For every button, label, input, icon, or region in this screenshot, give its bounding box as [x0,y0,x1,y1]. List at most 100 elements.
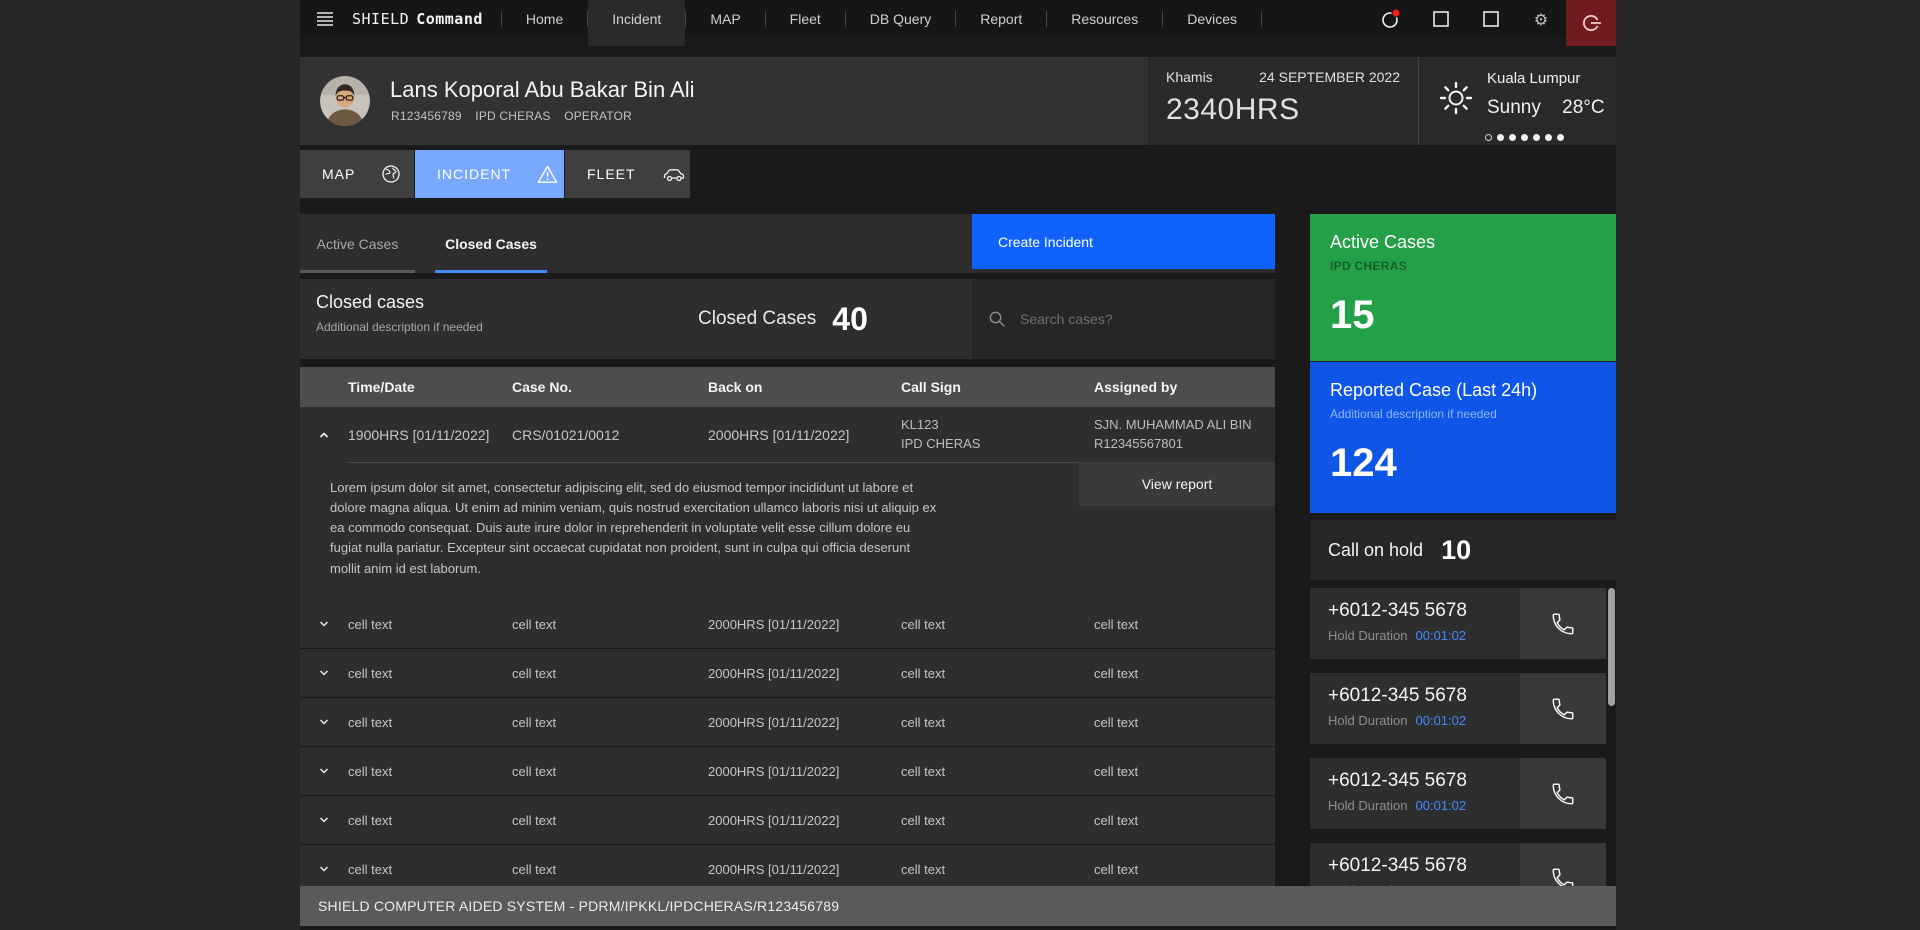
carousel-dot[interactable] [1485,134,1492,141]
nav-item-resources[interactable]: Resources [1047,0,1162,38]
stats-sidebar: Active Cases IPD CHERAS 15 Reported Case… [1310,214,1616,886]
carousel-dot[interactable] [1497,134,1504,141]
chevron-down-icon[interactable] [300,666,348,680]
phone-icon [1550,696,1576,722]
col-back-on: Back on [708,379,763,395]
hold-duration: 00:01:02 [1415,713,1467,728]
table-row[interactable]: cell text cell text 2000HRS [01/11/2022]… [300,796,1275,844]
answer-call-button[interactable] [1520,843,1606,886]
carousel-dot[interactable] [1545,134,1552,141]
status-bar: SHIELD COMPUTER AIDED SYSTEM - PDRM/IPKK… [300,886,1616,926]
chevron-down-icon[interactable] [300,862,348,876]
col-time-date: Time/Date [348,379,415,395]
table-row[interactable]: cell text cell text 2000HRS [01/11/2022]… [300,747,1275,795]
user-id: R123456789 [391,109,462,123]
nav-item-home[interactable]: Home [502,0,587,38]
notification-button[interactable] [1366,0,1416,38]
user-meta: R123456789 IPD CHERAS OPERATOR [391,109,642,123]
nav-item-fleet[interactable]: Fleet [766,0,845,38]
cases-tab-bar: Active Cases Closed Cases Create Inciden… [300,214,1275,273]
chevron-down-icon[interactable] [300,764,348,778]
window-button-1[interactable] [1416,0,1466,38]
window-button-2[interactable] [1466,0,1516,38]
scrollbar-thumb[interactable] [1608,588,1615,706]
row-detail: Lorem ipsum dolor sit amet, consectetur … [300,462,1275,600]
answer-call-button[interactable] [1520,588,1606,659]
globe-icon [381,164,401,184]
hold-call-item[interactable]: +6012-345 5678 Hold Duration00:01:02 [1310,588,1606,659]
tab-fleet[interactable]: FLEET [565,150,690,198]
tab-closed-cases[interactable]: Closed Cases [435,214,547,273]
nav-item-db-query[interactable]: DB Query [846,0,955,38]
carousel-dot[interactable] [1533,134,1540,141]
top-nav: SHIELD Command Home Incident MAP Fleet DB… [300,0,1616,46]
datetime-panel: Khamis 24 SEPTEMBER 2022 2340HRS [1148,57,1418,145]
carousel-dots [1485,134,1564,141]
table-body: cell text cell text 2000HRS [01/11/2022]… [300,600,1275,886]
hold-call-item[interactable]: +6012-345 5678 Hold Duration00:01:02 [1310,758,1606,829]
day-label: Khamis [1166,69,1213,85]
settings-button[interactable]: ⚙ [1516,0,1566,38]
weather-condition: Sunny [1487,97,1541,118]
col-call-sign: Call Sign [901,379,961,395]
weather-panel: Kuala Lumpur Sunny 28°C [1418,57,1616,145]
nav-item-incident[interactable]: Incident [588,0,686,46]
carousel-dot[interactable] [1509,134,1516,141]
table-row-expanded[interactable]: 1900HRS [01/11/2022] CRS/01021/0012 2000… [300,407,1275,462]
weather-condition-row: Sunny 28°C [1487,97,1605,119]
module-tabs: MAP INCIDENT FLEET [300,150,691,198]
create-incident-button[interactable]: Create Incident [972,214,1275,269]
tab-active-cases[interactable]: Active Cases [300,214,415,273]
carousel-dot[interactable] [1521,134,1528,141]
chevron-up-icon[interactable] [300,428,348,442]
car-icon [662,165,686,183]
phone-icon [1550,781,1576,807]
hold-duration: 00:01:02 [1415,798,1467,813]
answer-call-button[interactable] [1520,673,1606,744]
warning-icon [537,165,558,184]
tab-map[interactable]: MAP [300,150,414,198]
carousel-dot[interactable] [1557,134,1564,141]
time-label: 2340HRS [1166,93,1300,126]
cell-case-no: CRS/01021/0012 [512,426,620,443]
system-id-text: SHIELD COMPUTER AIDED SYSTEM - PDRM/IPKK… [318,898,840,914]
reported-cases-count: 124 [1330,441,1397,485]
phone-icon [1550,866,1576,886]
hold-duration: 00:01:02 [1415,628,1467,643]
weather-temperature: 28°C [1562,97,1605,118]
panel-title: Closed cases [316,292,425,312]
notification-icon [1380,8,1402,30]
search-input[interactable] [1018,310,1242,328]
table-row[interactable]: cell text cell text 2000HRS [01/11/2022]… [300,698,1275,746]
cell-time: 1900HRS [01/11/2022] [348,426,490,443]
col-case-no: Case No. [512,379,572,395]
user-name: Lans Koporal Abu Bakar Bin Ali [390,77,695,102]
tab-incident[interactable]: INCIDENT [415,150,564,198]
window-icon [1483,11,1499,27]
menu-button[interactable] [300,0,350,38]
chevron-down-icon[interactable] [300,617,348,631]
chevron-down-icon[interactable] [300,813,348,827]
app-shell: SHIELD Command Home Incident MAP Fleet DB… [300,0,1616,930]
call-on-hold-header: Call on hold 10 [1310,520,1616,580]
table-row[interactable]: cell text cell text 2000HRS [01/11/2022]… [300,845,1275,886]
cell-call-sign: KL123 IPD CHERAS [901,417,981,451]
user-role: OPERATOR [564,109,633,123]
nav-item-devices[interactable]: Devices [1163,0,1261,38]
table-row[interactable]: cell text cell text 2000HRS [01/11/2022]… [300,600,1275,648]
hold-call-item[interactable]: +6012-345 5678 Hold Duration00:01:02 [1310,843,1606,886]
power-button[interactable] [1566,0,1616,46]
nav-item-report[interactable]: Report [956,0,1046,38]
view-report-button[interactable]: View report [1079,462,1275,506]
case-description: Lorem ipsum dolor sit amet, consectetur … [330,480,937,576]
nav-item-map[interactable]: MAP [686,0,764,38]
power-icon [1580,12,1602,34]
reported-cases-card: Reported Case (Last 24h) Additional desc… [1310,362,1616,513]
avatar [320,76,370,126]
table-row[interactable]: cell text cell text 2000HRS [01/11/2022]… [300,649,1275,697]
hold-call-item[interactable]: +6012-345 5678 Hold Duration00:01:02 [1310,673,1606,744]
answer-call-button[interactable] [1520,758,1606,829]
search-icon [988,310,1006,328]
chevron-down-icon[interactable] [300,715,348,729]
panel-subtitle: Additional description if needed [316,320,483,334]
